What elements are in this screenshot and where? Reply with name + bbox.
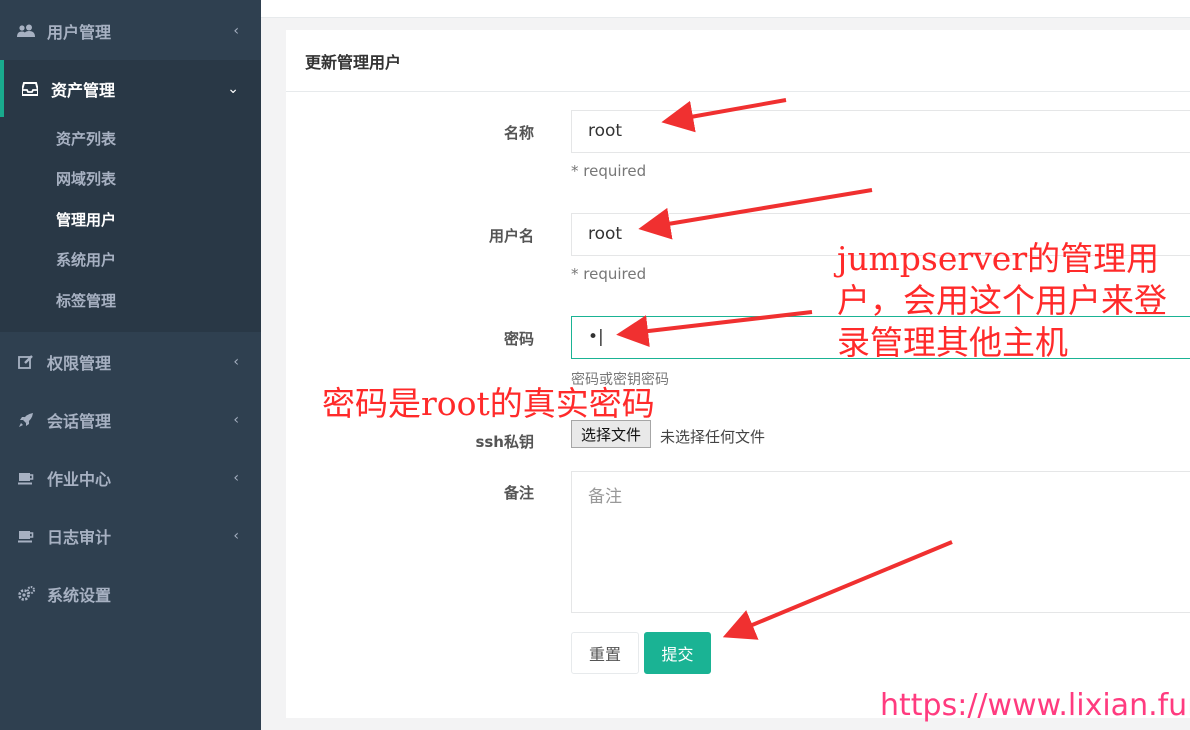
chevron-down-icon: ⌄ bbox=[227, 81, 239, 97]
password-label: 密码 bbox=[503, 330, 534, 348]
submit-button[interactable]: 提交 bbox=[644, 632, 711, 674]
chevron-left-icon: ‹ bbox=[233, 528, 239, 544]
nav-job-center[interactable]: 作业中心 ‹ bbox=[0, 449, 261, 507]
gears-icon bbox=[17, 586, 35, 602]
submenu-asset-list[interactable]: 资产列表 bbox=[56, 128, 116, 149]
nav-asset-management[interactable]: 资产管理 ⌄ bbox=[0, 60, 261, 118]
reset-button[interactable]: 重置 bbox=[571, 632, 639, 674]
name-help: * required bbox=[571, 162, 647, 180]
nav-system-settings[interactable]: 系统设置 bbox=[0, 565, 261, 623]
name-label: 名称 bbox=[503, 124, 534, 142]
inbox-icon bbox=[21, 81, 39, 97]
nav-label: 日志审计 bbox=[47, 528, 112, 547]
file-status: 未选择任何文件 bbox=[660, 428, 766, 446]
nav-log-audit[interactable]: 日志审计 ‹ bbox=[0, 507, 261, 565]
ssh-key-label: ssh私钥 bbox=[475, 433, 534, 451]
submenu-system-user[interactable]: 系统用户 bbox=[56, 249, 116, 270]
comment-textarea[interactable]: 备注 bbox=[571, 471, 1190, 613]
nav-label: 作业中心 bbox=[47, 470, 112, 489]
sidebar: 用户管理 ‹ 资产管理 ⌄ 资产列表 网域列表 管理用户 系统用户 标签管理 权… bbox=[0, 0, 261, 730]
submenu-domain-list[interactable]: 网域列表 bbox=[56, 168, 116, 189]
form-panel: 更新管理用户 名称 root * required 用户名 root * req… bbox=[286, 30, 1190, 718]
users-icon bbox=[17, 23, 35, 39]
chevron-left-icon: ‹ bbox=[233, 354, 239, 370]
nav-label: 资产管理 bbox=[51, 81, 116, 100]
nav-label: 系统设置 bbox=[47, 586, 112, 605]
chevron-left-icon: ‹ bbox=[233, 470, 239, 486]
page-title: 更新管理用户 bbox=[286, 30, 1190, 92]
submenu-admin-user[interactable]: 管理用户 bbox=[56, 209, 116, 230]
coffee-icon bbox=[17, 470, 35, 486]
nav-permission-management[interactable]: 权限管理 ‹ bbox=[0, 333, 261, 391]
nav-label: 权限管理 bbox=[47, 354, 112, 373]
coffee-icon bbox=[17, 528, 35, 544]
nav-label: 会话管理 bbox=[47, 412, 112, 431]
nav-session-management[interactable]: 会话管理 ‹ bbox=[0, 391, 261, 449]
comment-label: 备注 bbox=[503, 484, 534, 502]
nav-label: 用户管理 bbox=[47, 23, 112, 42]
password-note: 密码是root的真实密码 bbox=[322, 384, 655, 423]
username-help: * required bbox=[571, 265, 647, 283]
asset-submenu: 资产列表 网域列表 管理用户 系统用户 标签管理 bbox=[0, 117, 261, 332]
username-label: 用户名 bbox=[488, 227, 534, 245]
edit-icon bbox=[17, 354, 35, 370]
nav-user-management[interactable]: 用户管理 ‹ bbox=[0, 2, 261, 60]
submenu-label-management[interactable]: 标签管理 bbox=[56, 290, 116, 311]
admin-user-note: jumpserver的管理用户，会用这个用户来登录管理其他主机 bbox=[837, 239, 1167, 362]
rocket-icon bbox=[17, 412, 35, 428]
password-value: • bbox=[588, 327, 599, 347]
watermark: https://www.lixian.fun bbox=[880, 688, 1190, 723]
name-input[interactable]: root bbox=[571, 110, 1190, 153]
top-bar bbox=[261, 0, 1190, 18]
chevron-left-icon: ‹ bbox=[233, 23, 239, 39]
chevron-left-icon: ‹ bbox=[233, 412, 239, 428]
